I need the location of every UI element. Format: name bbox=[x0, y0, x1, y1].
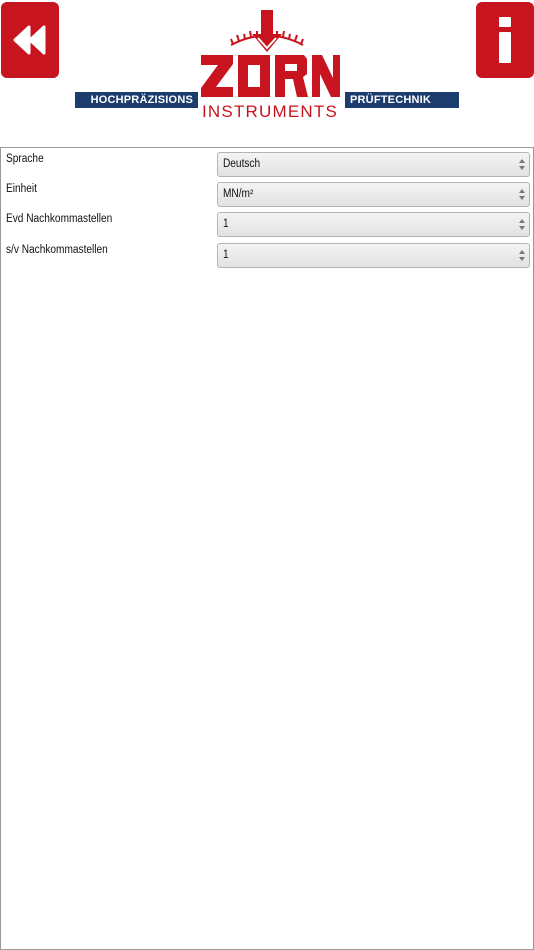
select-arrows-icon bbox=[519, 189, 525, 200]
logo-subtitle: INSTRUMENTS bbox=[202, 102, 338, 121]
info-icon bbox=[499, 17, 511, 63]
zorn-instruments-logo: HOCHPRÄZISIONS PRÜFTECHNIK INSTRUMENTS bbox=[75, 8, 459, 123]
settings-panel: Sprache Deutsch Einheit MN/m² Evd Nachko… bbox=[0, 147, 534, 950]
select-value: Deutsch bbox=[223, 158, 261, 170]
select-arrows-icon bbox=[519, 219, 525, 230]
setting-label: Evd Nachkommastellen bbox=[6, 213, 113, 225]
header-bar: HOCHPRÄZISIONS PRÜFTECHNIK INSTRUMENTS bbox=[0, 0, 534, 128]
logo-tagline-left: HOCHPRÄZISIONS bbox=[75, 92, 198, 108]
select-value: 1 bbox=[223, 218, 229, 230]
select-value: MN/m² bbox=[223, 188, 254, 200]
select-arrows-icon bbox=[519, 250, 525, 261]
evd-decimals-select[interactable]: 1 bbox=[217, 212, 530, 237]
setting-label: Sprache bbox=[6, 153, 44, 165]
logo-tagline-right: PRÜFTECHNIK bbox=[345, 92, 459, 108]
select-value: 1 bbox=[223, 249, 229, 261]
setting-label: s/v Nachkommastellen bbox=[6, 244, 108, 256]
info-button[interactable] bbox=[476, 2, 534, 78]
settings-row-sprache: Sprache Deutsch bbox=[1, 148, 533, 178]
einheit-select[interactable]: MN/m² bbox=[217, 182, 530, 207]
select-arrows-icon bbox=[519, 159, 525, 170]
sv-decimals-select[interactable]: 1 bbox=[217, 243, 530, 268]
double-chevron-left-icon bbox=[13, 25, 46, 55]
logo-graphic bbox=[201, 10, 340, 97]
settings-row-einheit: Einheit MN/m² bbox=[1, 178, 533, 208]
setting-label: Einheit bbox=[6, 183, 37, 195]
settings-row-sv-decimals: s/v Nachkommastellen 1 bbox=[1, 239, 533, 269]
settings-row-evd-decimals: Evd Nachkommastellen 1 bbox=[1, 208, 533, 238]
back-button[interactable] bbox=[1, 2, 59, 78]
sprache-select[interactable]: Deutsch bbox=[217, 152, 530, 177]
